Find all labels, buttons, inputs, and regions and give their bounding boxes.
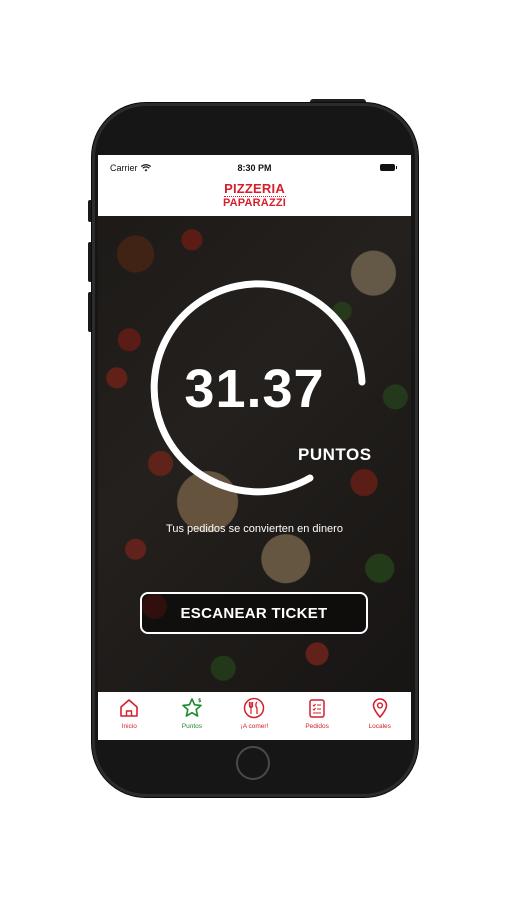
tab-label: Puntos bbox=[181, 723, 203, 730]
location-pin-icon bbox=[372, 698, 387, 719]
app-screen: Carrier 8:30 PM PIZZERIA PAPARAZZI 31.37 bbox=[98, 155, 411, 740]
brand-line-1: PIZZERIA bbox=[224, 181, 285, 196]
tab-puntos[interactable]: $ Puntos bbox=[161, 692, 224, 740]
order-list-icon bbox=[309, 699, 325, 718]
tab-label: Inicio bbox=[121, 723, 137, 730]
scan-ticket-button[interactable]: ESCANEAR TICKET bbox=[140, 592, 368, 634]
status-time: 8:30 PM bbox=[237, 163, 272, 173]
scan-ticket-label: ESCANEAR TICKET bbox=[180, 604, 328, 622]
battery-icon bbox=[380, 164, 397, 171]
status-bar: Carrier 8:30 PM bbox=[98, 155, 411, 179]
points-value: 31.37 bbox=[184, 359, 325, 419]
utensils-icon bbox=[244, 697, 265, 719]
home-button[interactable] bbox=[236, 746, 270, 780]
tab-inicio[interactable]: Inicio bbox=[98, 692, 161, 740]
tab-label: Locales bbox=[368, 723, 391, 730]
tab-locales[interactable]: Locales bbox=[348, 692, 411, 740]
points-hero: 31.37 PUNTOS Tus pedidos se convierten e… bbox=[98, 216, 411, 692]
tab-a-comer[interactable]: ¡A comer! bbox=[223, 692, 286, 740]
star-icon: $ bbox=[182, 698, 202, 717]
bottom-tab-bar: Inicio $ Puntos ¡A comer! Pedidos Locale… bbox=[98, 692, 411, 740]
tab-label: ¡A comer! bbox=[240, 723, 269, 730]
home-icon bbox=[120, 699, 139, 717]
points-label: PUNTOS bbox=[298, 445, 372, 464]
tab-pedidos[interactable]: Pedidos bbox=[286, 692, 349, 740]
stage: Carrier 8:30 PM PIZZERIA PAPARAZZI 31.37 bbox=[0, 0, 507, 900]
svg-text:$: $ bbox=[198, 698, 202, 704]
brand-line-2: PAPARAZZI bbox=[222, 197, 287, 209]
brand-logo: PIZZERIA PAPARAZZI bbox=[98, 179, 411, 215]
tab-label: Pedidos bbox=[305, 723, 329, 730]
points-tagline: Tus pedidos se convierten en dinero bbox=[166, 523, 343, 535]
